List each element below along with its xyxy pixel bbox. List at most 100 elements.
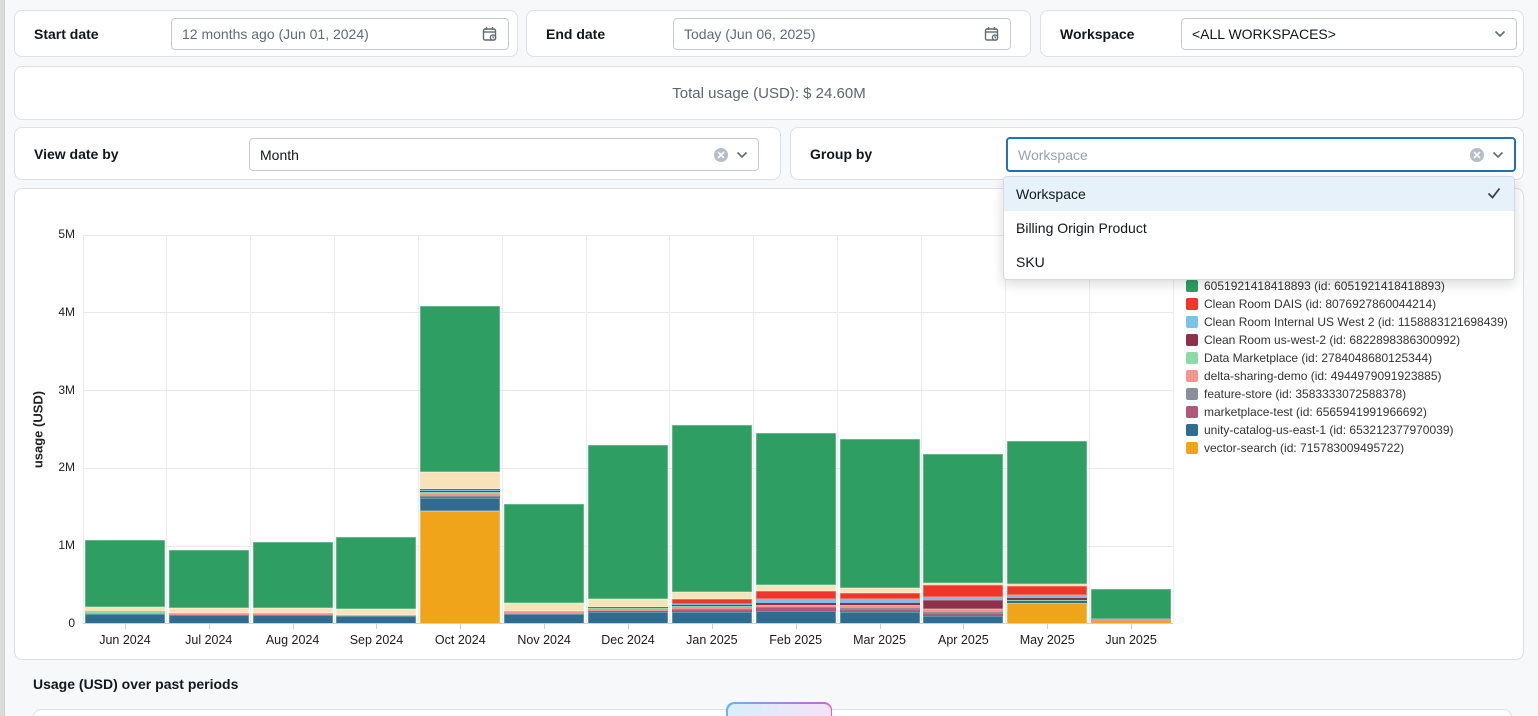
bar-segment bbox=[840, 605, 920, 606]
bar-segment bbox=[756, 605, 836, 606]
legend-item[interactable]: unity-catalog-us-east-1 (id: 65321237797… bbox=[1186, 421, 1508, 439]
bar-segment bbox=[420, 489, 500, 490]
calendar-icon[interactable] bbox=[984, 26, 1000, 42]
calendar-icon[interactable] bbox=[482, 26, 498, 42]
bar-segment bbox=[253, 542, 333, 608]
group-by-select[interactable]: Workspace bbox=[1006, 137, 1516, 172]
section-title: Usage (USD) over past periods bbox=[33, 676, 238, 692]
workspace-select[interactable]: <ALL WORKSPACES> bbox=[1181, 18, 1517, 50]
bar-segment bbox=[756, 607, 836, 609]
bar-segment bbox=[840, 599, 920, 603]
bar-segment bbox=[169, 608, 249, 613]
bar-segment bbox=[840, 439, 920, 588]
legend-item[interactable]: vector-search (id: 715783009495722) bbox=[1186, 439, 1508, 457]
v-gridline bbox=[837, 235, 838, 624]
bar-segment bbox=[923, 609, 1003, 610]
end-date-input[interactable]: Today (Jun 06, 2025) bbox=[673, 18, 1011, 50]
h-gridline bbox=[83, 312, 1173, 313]
bar-segment bbox=[420, 494, 500, 496]
start-date-input[interactable]: 12 months ago (Jun 01, 2024) bbox=[171, 18, 509, 50]
bar-segment bbox=[1007, 603, 1087, 624]
menu-item[interactable]: Billing Origin Product bbox=[1004, 211, 1514, 245]
bar-segment bbox=[420, 496, 500, 497]
legend-item[interactable]: marketplace-test (id: 6565941991966692) bbox=[1186, 403, 1508, 421]
legend-swatch bbox=[1186, 298, 1198, 310]
y-tick-label: 3M bbox=[23, 383, 75, 397]
total-usage-text: Total usage (USD): $ 24.60M bbox=[672, 85, 865, 102]
bar-segment bbox=[1007, 600, 1087, 601]
bar-segment bbox=[672, 599, 752, 604]
bar-segment bbox=[588, 611, 668, 613]
legend-item[interactable]: feature-store (id: 3583333072588378) bbox=[1186, 385, 1508, 403]
workspace-label: Workspace bbox=[1060, 26, 1134, 42]
bar-segment bbox=[756, 591, 836, 599]
v-gridline bbox=[250, 235, 251, 624]
legend-item[interactable]: Data Marketplace (id: 2784048680125344) bbox=[1186, 349, 1508, 367]
bar-segment bbox=[1007, 595, 1087, 598]
legend-item[interactable]: Clean Room us-west-2 (id: 68228983863009… bbox=[1186, 331, 1508, 349]
legend-item[interactable]: Clean Room DAIS (id: 8076927860044214) bbox=[1186, 295, 1508, 313]
v-gridline bbox=[1089, 235, 1090, 624]
x-tick-mark bbox=[544, 624, 545, 629]
v-gridline bbox=[1005, 235, 1006, 624]
bar-segment bbox=[588, 599, 668, 607]
v-gridline bbox=[1173, 235, 1174, 624]
bar-segment bbox=[504, 504, 584, 603]
x-tick-label: Aug 2024 bbox=[251, 633, 335, 647]
bar-segment bbox=[588, 608, 668, 609]
x-tick-mark bbox=[293, 624, 294, 629]
x-tick-mark bbox=[376, 624, 377, 629]
v-gridline bbox=[502, 235, 503, 624]
x-tick-label: Jan 2025 bbox=[670, 633, 754, 647]
bar-segment bbox=[1007, 586, 1087, 595]
y-tick-label: 0 bbox=[23, 616, 75, 630]
clear-icon[interactable] bbox=[714, 148, 728, 162]
legend-label: Data Marketplace (id: 2784048680125344) bbox=[1204, 351, 1432, 365]
bar-segment bbox=[336, 537, 416, 609]
x-tick-label: Jun 2024 bbox=[83, 633, 167, 647]
legend-swatch bbox=[1186, 334, 1198, 346]
bar-segment bbox=[85, 540, 165, 607]
legend-label: marketplace-test (id: 6565941991966692) bbox=[1204, 405, 1427, 419]
workspace-filter-card: Workspace <ALL WORKSPACES> bbox=[1040, 10, 1524, 57]
bar-segment bbox=[85, 607, 165, 611]
x-tick-label: Nov 2024 bbox=[502, 633, 586, 647]
menu-item[interactable]: SKU bbox=[1004, 245, 1514, 279]
x-tick-label: Mar 2025 bbox=[838, 633, 922, 647]
legend-label: unity-catalog-us-east-1 (id: 65321237797… bbox=[1204, 423, 1454, 437]
assistant-suggestion-chip[interactable] bbox=[726, 702, 832, 716]
v-gridline bbox=[334, 235, 335, 624]
legend-label: Clean Room Internal US West 2 (id: 11588… bbox=[1204, 315, 1508, 329]
menu-item[interactable]: Workspace bbox=[1004, 177, 1514, 211]
legend-label: vector-search (id: 715783009495722) bbox=[1204, 441, 1404, 455]
bar-segment bbox=[840, 606, 920, 608]
x-tick-mark bbox=[1131, 624, 1132, 629]
bar-segment bbox=[420, 306, 500, 472]
x-tick-mark bbox=[963, 624, 964, 629]
bar-segment bbox=[672, 610, 752, 612]
bar-segment bbox=[504, 611, 584, 612]
legend-swatch bbox=[1186, 352, 1198, 364]
bar-segment bbox=[672, 425, 752, 592]
total-usage-card: Total usage (USD): $ 24.60M bbox=[14, 66, 1524, 120]
end-date-value: Today (Jun 06, 2025) bbox=[684, 26, 816, 42]
v-gridline bbox=[753, 235, 754, 624]
plot-area: 01M2M3M4M5MJun 2024Jul 2024Aug 2024Sep 2… bbox=[83, 235, 1173, 624]
clear-icon[interactable] bbox=[1470, 148, 1484, 162]
legend-item[interactable]: Clean Room Internal US West 2 (id: 11588… bbox=[1186, 313, 1508, 331]
legend-swatch bbox=[1186, 316, 1198, 328]
start-date-card: Start date 12 months ago (Jun 01, 2024) bbox=[14, 10, 518, 57]
bar-segment bbox=[923, 583, 1003, 585]
bar-segment bbox=[672, 607, 752, 609]
bar-segment bbox=[923, 614, 1003, 616]
view-date-by-label: View date by bbox=[34, 146, 119, 162]
view-date-by-select[interactable]: Month bbox=[249, 138, 759, 171]
menu-item-label: Workspace bbox=[1016, 186, 1086, 202]
bar-segment bbox=[840, 610, 920, 612]
x-tick-mark bbox=[209, 624, 210, 629]
legend-swatch bbox=[1186, 280, 1198, 292]
legend-item[interactable]: delta-sharing-demo (id: 4944979091923885… bbox=[1186, 367, 1508, 385]
x-tick-label: Dec 2024 bbox=[586, 633, 670, 647]
bar-segment bbox=[253, 608, 333, 613]
bar-segment bbox=[923, 600, 1003, 609]
